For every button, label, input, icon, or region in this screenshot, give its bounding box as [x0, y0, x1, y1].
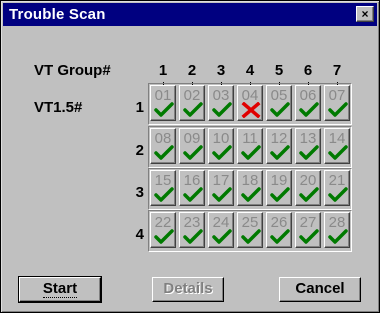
vt-cell-01[interactable]: 01	[150, 85, 176, 121]
check-icon	[270, 145, 290, 160]
vt-cell-24[interactable]: 24	[208, 212, 234, 248]
check-icon	[212, 102, 232, 117]
vt-cell-02[interactable]: 02	[179, 85, 205, 121]
check-icon	[154, 102, 174, 117]
check-icon	[270, 187, 290, 202]
check-icon	[212, 187, 232, 202]
vt-cell-12[interactable]: 12	[266, 128, 292, 164]
vt-cell-27[interactable]: 27	[295, 212, 321, 248]
check-icon	[328, 102, 348, 117]
vt-cell-16[interactable]: 16	[179, 170, 205, 206]
column-label-6: 6	[303, 62, 313, 79]
row-label-4: 4	[135, 226, 144, 243]
row-label-3: 3	[135, 184, 144, 201]
column-label-4: 4	[245, 62, 255, 79]
cancel-button[interactable]: Cancel	[279, 277, 361, 302]
check-icon	[183, 102, 203, 117]
start-button-label: Start	[42, 280, 78, 298]
check-icon	[270, 102, 290, 117]
vt-cell-18[interactable]: 18	[237, 170, 263, 206]
vt15-label: VT1.5#	[34, 99, 83, 116]
check-icon	[241, 187, 261, 202]
vt-cell-19[interactable]: 19	[266, 170, 292, 206]
vt-cell-08[interactable]: 08	[150, 128, 176, 164]
vt-cell-04[interactable]: 04	[237, 85, 263, 121]
start-button[interactable]: Start	[18, 276, 102, 303]
column-label-3: 3	[216, 62, 226, 79]
column-label-2: 2	[187, 62, 197, 79]
check-icon	[270, 229, 290, 244]
vt-cell-09[interactable]: 09	[179, 128, 205, 164]
check-icon	[299, 229, 319, 244]
vt-cell-13[interactable]: 13	[295, 128, 321, 164]
row-label-1: 1	[135, 99, 144, 116]
vt-cell-21[interactable]: 21	[324, 170, 350, 206]
vt-cell-10[interactable]: 10	[208, 128, 234, 164]
check-icon	[328, 145, 348, 160]
vt-cell-20[interactable]: 20	[295, 170, 321, 206]
check-icon	[241, 145, 261, 160]
details-button[interactable]: Details	[152, 277, 224, 302]
check-icon	[299, 102, 319, 117]
check-icon	[299, 187, 319, 202]
column-label-7: 7	[332, 62, 342, 79]
check-icon	[241, 229, 261, 244]
vt-cell-14[interactable]: 14	[324, 128, 350, 164]
check-icon	[212, 145, 232, 160]
vt-cell-22[interactable]: 22	[150, 212, 176, 248]
check-icon	[154, 187, 174, 202]
check-icon	[299, 145, 319, 160]
check-icon	[154, 229, 174, 244]
vt-cell-23[interactable]: 23	[179, 212, 205, 248]
vt-cell-03[interactable]: 03	[208, 85, 234, 121]
check-icon	[328, 187, 348, 202]
check-icon	[183, 187, 203, 202]
vt-cell-25[interactable]: 25	[237, 212, 263, 248]
vt-cell-26[interactable]: 26	[266, 212, 292, 248]
window-title: Trouble Scan	[9, 6, 106, 23]
vt-group-label: VT Group#	[34, 62, 111, 79]
vt-cell-07[interactable]: 07	[324, 85, 350, 121]
column-label-5: 5	[274, 62, 284, 79]
row-label-2: 2	[135, 142, 144, 159]
x-icon	[241, 102, 261, 118]
vt-cell-06[interactable]: 06	[295, 85, 321, 121]
check-icon	[328, 229, 348, 244]
column-label-1: 1	[158, 62, 168, 79]
check-icon	[183, 229, 203, 244]
vt-cell-17[interactable]: 17	[208, 170, 234, 206]
check-icon	[212, 229, 232, 244]
close-button[interactable]: ×	[356, 6, 374, 22]
vt-cell-05[interactable]: 05	[266, 85, 292, 121]
vt-cell-11[interactable]: 11	[237, 128, 263, 164]
check-icon	[183, 145, 203, 160]
check-icon	[154, 145, 174, 160]
title-bar[interactable]: Trouble Scan ×	[3, 3, 377, 26]
vt-cell-15[interactable]: 15	[150, 170, 176, 206]
vt-cell-28[interactable]: 28	[324, 212, 350, 248]
